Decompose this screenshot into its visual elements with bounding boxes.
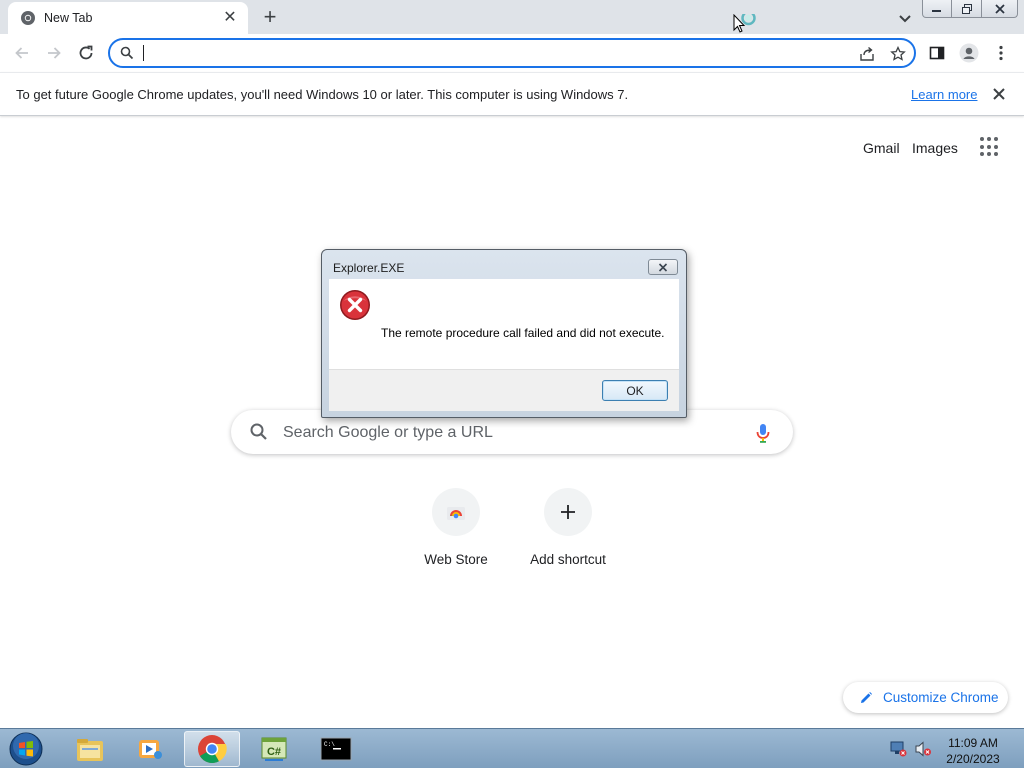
- dialog-close-button[interactable]: [648, 259, 678, 275]
- start-orb-icon: [9, 732, 43, 766]
- taskbar-command-prompt[interactable]: C:\: [308, 731, 364, 767]
- add-shortcut-tile: [544, 488, 592, 536]
- search-icon: [250, 423, 267, 440]
- forward-button[interactable]: [42, 41, 66, 65]
- media-player-icon: [139, 740, 162, 759]
- kebab-menu-icon: [999, 45, 1003, 61]
- clock-date[interactable]: 2/20/2023: [946, 752, 1000, 766]
- volume-muted-icon[interactable]: [914, 741, 932, 757]
- close-icon: [658, 262, 668, 272]
- start-button[interactable]: [6, 731, 46, 767]
- microphone-icon[interactable]: [755, 422, 771, 444]
- pencil-icon: [861, 691, 872, 703]
- update-infobar: To get future Google Chrome updates, you…: [0, 72, 1024, 116]
- chrome-icon: [21, 11, 35, 25]
- share-button[interactable]: [858, 45, 876, 63]
- svg-text:C:\: C:\: [324, 741, 335, 748]
- share-icon: [860, 46, 874, 61]
- reload-icon: [79, 45, 93, 60]
- taskbar-chrome[interactable]: [184, 731, 240, 767]
- window-controls: [922, 0, 1018, 18]
- web-store-icon: [447, 507, 465, 520]
- side-panel-icon: [929, 46, 945, 60]
- shortcut-label: Add shortcut: [530, 552, 606, 567]
- dialog-title: Explorer.EXE: [333, 261, 405, 275]
- tab-search-chevron-icon[interactable]: [895, 8, 915, 28]
- avatar-icon: [959, 43, 979, 63]
- restore-button[interactable]: [952, 0, 982, 18]
- window-close-button[interactable]: [982, 0, 1018, 18]
- taskbar-media-player[interactable]: [122, 731, 178, 767]
- forward-arrow-icon: [48, 47, 61, 59]
- tab-close-icon[interactable]: ✕: [222, 10, 238, 26]
- taskbar-explorer[interactable]: [62, 731, 118, 767]
- web-store-tile: [432, 488, 480, 536]
- minimize-button[interactable]: [922, 0, 952, 18]
- error-dialog: Explorer.EXE The remote procedure call f…: [321, 249, 687, 418]
- ntp-search-placeholder: Search Google or type a URL: [283, 424, 493, 441]
- dialog-message: The remote procedure call failed and did…: [381, 326, 665, 340]
- customize-chrome-label: Customize Chrome: [883, 690, 999, 705]
- network-error-icon[interactable]: [890, 741, 908, 757]
- learn-more-link[interactable]: Learn more: [911, 87, 977, 102]
- shortcut-web-store[interactable]: Web Store: [400, 488, 512, 567]
- omnibox[interactable]: [108, 38, 916, 68]
- error-icon: [340, 290, 370, 320]
- gmail-link[interactable]: Gmail: [863, 140, 900, 156]
- svg-text:C#: C#: [267, 746, 281, 758]
- menu-button[interactable]: [990, 42, 1012, 64]
- bookmark-button[interactable]: [889, 45, 907, 63]
- clock-time[interactable]: 11:09 AM: [946, 736, 1000, 750]
- address-input[interactable]: [142, 44, 832, 62]
- csharp-icon: C#: [261, 737, 287, 761]
- taskbar: C# C:\ 11:09 AM 2/20/2023: [0, 728, 1024, 768]
- shortcut-label: Web Store: [424, 552, 488, 567]
- infobar-message: To get future Google Chrome updates, you…: [16, 87, 629, 102]
- text-caret: [143, 45, 144, 61]
- reload-button[interactable]: [74, 41, 98, 65]
- dialog-footer: OK: [329, 369, 679, 411]
- dialog-body: The remote procedure call failed and did…: [329, 279, 679, 369]
- busy-cursor-icon: [733, 14, 756, 33]
- shortcut-add[interactable]: Add shortcut: [512, 488, 624, 567]
- back-button[interactable]: [10, 41, 34, 65]
- tab-strip: New Tab ✕ +: [0, 0, 1024, 34]
- tab-new-tab[interactable]: New Tab ✕: [8, 2, 248, 34]
- images-link[interactable]: Images: [912, 140, 958, 156]
- new-tab-button[interactable]: +: [258, 6, 282, 30]
- ok-button[interactable]: OK: [602, 380, 668, 401]
- tab-title: New Tab: [44, 11, 93, 25]
- close-icon[interactable]: [990, 85, 1008, 103]
- toolbar: [0, 34, 1024, 72]
- chrome-icon: [198, 735, 227, 764]
- close-icon: [994, 3, 1005, 14]
- command-prompt-icon: C:\: [320, 737, 352, 761]
- search-icon: [120, 46, 134, 60]
- back-arrow-icon: [15, 47, 28, 59]
- star-icon: [890, 46, 906, 61]
- plus-icon: [561, 505, 575, 519]
- customize-chrome-button[interactable]: Customize Chrome: [843, 682, 1008, 713]
- taskbar-csharp[interactable]: C#: [246, 731, 302, 767]
- file-explorer-icon: [77, 739, 103, 761]
- restore-icon: [961, 3, 972, 14]
- profile-button[interactable]: [958, 42, 980, 64]
- google-apps-icon[interactable]: [980, 137, 1000, 157]
- minimize-icon: [932, 9, 941, 12]
- system-tray: 11:09 AM 2/20/2023: [880, 731, 1024, 767]
- side-panel-button[interactable]: [926, 42, 948, 64]
